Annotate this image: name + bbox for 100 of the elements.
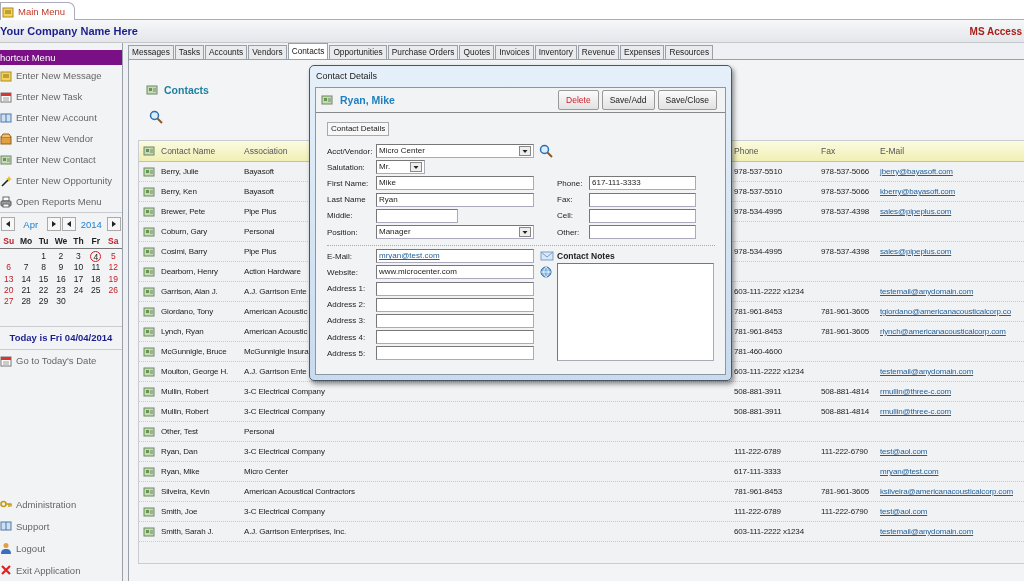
- email-link[interactable]: testemail@anydomain.com: [880, 287, 974, 296]
- calendar-day[interactable]: 24: [72, 284, 84, 296]
- table-cell: 603-111-2222 x1234: [734, 527, 804, 536]
- calendar-day[interactable]: 5: [107, 251, 119, 262]
- calendar-day[interactable]: 3: [72, 251, 84, 262]
- email-link[interactable]: jberry@bayasoft.com: [880, 167, 953, 176]
- text-field[interactable]: Ryan: [376, 192, 534, 207]
- module-tab[interactable]: Contacts: [287, 43, 329, 59]
- calendar-day[interactable]: 18: [90, 273, 102, 285]
- module-tab[interactable]: Inventory: [534, 45, 577, 59]
- delete-button[interactable]: Delete: [558, 90, 599, 110]
- calendar-day[interactable]: 6: [3, 262, 15, 274]
- dropdown-field[interactable]: Micro Center: [376, 144, 534, 159]
- email-link[interactable]: ksilveira@americanacousticalcorp.com: [880, 487, 1013, 496]
- module-tab[interactable]: Tasks: [174, 45, 205, 59]
- column-header[interactable]: Fax: [821, 146, 836, 156]
- shortcut-item[interactable]: Enter New Account: [0, 107, 122, 128]
- footer-menu-item[interactable]: Logout: [0, 537, 122, 559]
- calendar-day[interactable]: 7: [20, 262, 32, 274]
- calendar-day[interactable]: 30: [55, 296, 67, 308]
- email-link[interactable]: tgiordano@americanacousticalcorp.co: [880, 307, 1011, 316]
- shortcut-item[interactable]: Enter New Task: [0, 86, 122, 107]
- table-cell: 978-534-4995: [734, 247, 783, 256]
- shortcut-item[interactable]: Enter New Vendor: [0, 128, 122, 149]
- calendar-day[interactable]: 19: [107, 273, 119, 285]
- email-link[interactable]: test@aol.com: [880, 507, 928, 516]
- calendar-day[interactable]: 29: [38, 296, 50, 308]
- dropdown-field[interactable]: Manager: [376, 225, 534, 240]
- column-header[interactable]: E-Mail: [880, 146, 905, 156]
- shortcut-item[interactable]: Enter New Contact: [0, 149, 122, 170]
- column-header[interactable]: Phone: [734, 146, 759, 156]
- main-menu-tab[interactable]: Main Menu: [0, 2, 75, 20]
- column-header[interactable]: Contact Name: [161, 146, 216, 156]
- calendar-day[interactable]: 25: [90, 284, 102, 296]
- email-link[interactable]: kberry@bayasoft.com: [880, 187, 956, 196]
- calendar-day[interactable]: 8: [38, 262, 50, 274]
- email-link[interactable]: rlynch@americanacousticalcorp.com: [880, 327, 1006, 336]
- column-header[interactable]: Association: [244, 146, 288, 156]
- calendar-day[interactable]: 15: [38, 273, 50, 285]
- calendar-day[interactable]: 9: [55, 262, 67, 274]
- text-field[interactable]: www.microcenter.com: [376, 265, 534, 280]
- email-link[interactable]: rmullin@three-c.com: [880, 407, 952, 416]
- footer-menu-item[interactable]: Administration: [0, 493, 122, 515]
- calendar-day[interactable]: 20: [3, 284, 15, 296]
- email-link[interactable]: sales@pipeplus.com: [880, 247, 952, 256]
- calendar-day[interactable]: 22: [38, 284, 50, 296]
- email-link[interactable]: testemail@anydomain.com: [880, 527, 974, 536]
- weekday-label: Fr: [91, 236, 101, 246]
- dropdown-field[interactable]: Mr.: [376, 160, 425, 175]
- field-label: Address 5:: [327, 348, 367, 358]
- calendar-day[interactable]: 17: [72, 273, 84, 285]
- module-tab[interactable]: Invoices: [495, 45, 534, 59]
- calendar-day[interactable]: 2: [55, 251, 67, 262]
- section-tab[interactable]: Contact Details: [327, 122, 390, 136]
- shortcut-item[interactable]: Open Reports Menu: [0, 191, 122, 212]
- field-label: Last Name: [327, 195, 367, 205]
- calendar-day[interactable]: 28: [20, 296, 32, 308]
- module-tab[interactable]: Resources: [665, 45, 714, 59]
- email-link[interactable]: testemail@anydomain.com: [880, 367, 974, 376]
- text-field[interactable]: Mike: [376, 176, 534, 191]
- module-tab[interactable]: Expenses: [620, 45, 665, 59]
- email-link[interactable]: test@aol.com: [880, 447, 928, 456]
- email-link[interactable]: sales@pipeplus.com: [880, 207, 952, 216]
- calendar-day[interactable]: 16: [55, 273, 67, 285]
- calendar-day[interactable]: 23: [55, 284, 67, 296]
- calendar-day[interactable]: 10: [72, 262, 84, 274]
- calendar-day[interactable]: 14: [20, 273, 32, 285]
- table-cell: 617-111-3333: [734, 467, 781, 476]
- email-field[interactable]: mryan@test.com: [376, 249, 534, 264]
- go-to-today-item[interactable]: Go to Today's Date: [0, 350, 122, 372]
- calendar-day[interactable]: 1: [38, 251, 50, 262]
- email-link[interactable]: mryan@test.com: [880, 467, 939, 476]
- field-label: Address 1:: [327, 284, 367, 294]
- table-cell: 978-537-5510: [734, 187, 783, 196]
- module-tab[interactable]: Vendors: [248, 45, 287, 59]
- email-link[interactable]: rmullin@three-c.com: [880, 387, 952, 396]
- panel-title: Contacts: [164, 84, 209, 96]
- footer-menu-item[interactable]: Exit Application: [0, 559, 122, 581]
- module-tab[interactable]: Purchase Orders: [387, 45, 459, 59]
- table-cell: 781-961-3605: [821, 327, 870, 336]
- table-cell: Mullin, Robert: [161, 387, 209, 396]
- module-tab[interactable]: Accounts: [205, 45, 248, 59]
- calendar-day[interactable]: 27: [3, 296, 15, 308]
- table-cell: 781-961-8453: [734, 487, 783, 496]
- module-tab[interactable]: Quotes: [459, 45, 495, 59]
- calendar-day[interactable]: 11: [90, 262, 102, 274]
- shortcut-item[interactable]: Enter New Opportunity: [0, 170, 122, 191]
- module-tab[interactable]: Opportunities: [329, 45, 387, 59]
- text-field[interactable]: 617-111-3333: [589, 176, 696, 191]
- footer-menu-item[interactable]: Support: [0, 515, 122, 537]
- calendar-day[interactable]: 26: [107, 284, 119, 296]
- save-button[interactable]: Save/Close: [657, 90, 717, 110]
- field-label: Address 2:: [327, 300, 367, 310]
- calendar-day[interactable]: 12: [107, 262, 119, 274]
- calendar-day[interactable]: 21: [20, 284, 32, 296]
- calendar-day[interactable]: 13: [3, 273, 15, 285]
- module-tab[interactable]: Messages: [128, 45, 174, 59]
- save-button[interactable]: Save/Add: [601, 90, 655, 110]
- shortcut-item[interactable]: Enter New Message: [0, 65, 122, 86]
- module-tab[interactable]: Revenue: [577, 45, 620, 59]
